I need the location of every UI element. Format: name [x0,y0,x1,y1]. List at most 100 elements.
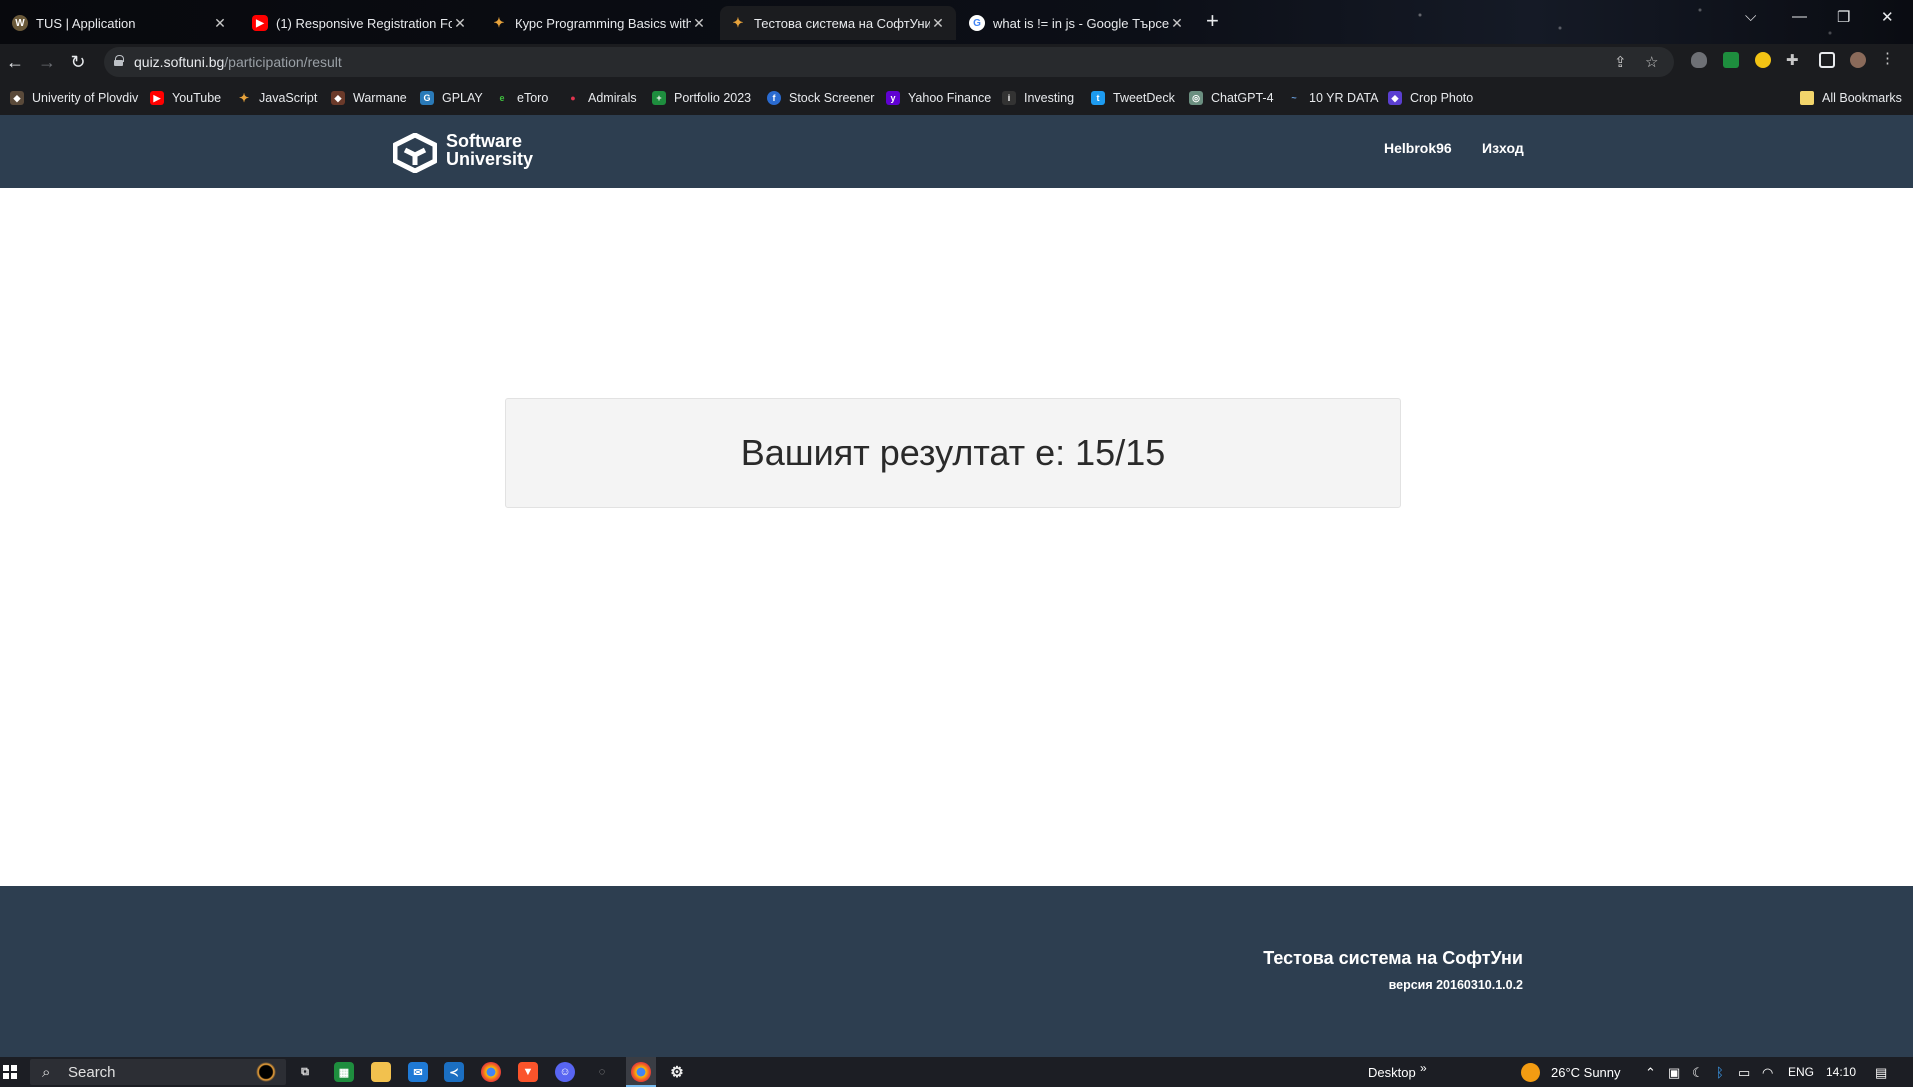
tab-title: (1) Responsive Registration Form [276,15,452,31]
softuni-icon: ✦ [238,91,250,105]
browser-tab[interactable]: W TUS | Application ✕ [2,6,238,40]
task-view-icon[interactable]: ⧉ [295,1062,315,1082]
youtube-icon: ▶ [150,91,164,105]
minimize-icon[interactable]: — [1792,8,1807,25]
battery-icon[interactable]: ▭ [1738,1065,1750,1081]
etoro-icon: e [499,93,505,103]
chrome-icon[interactable] [631,1062,651,1082]
extensions-puzzle-icon[interactable]: ✚ [1786,51,1799,69]
vscode-icon[interactable]: ≺ [444,1062,464,1082]
coin-extension-icon[interactable] [1755,52,1771,68]
bookmark-label: eToro [517,91,549,105]
browser-tab[interactable]: ▶ (1) Responsive Registration Form ✕ [242,6,478,40]
discord-icon[interactable]: ☺ [555,1062,575,1082]
search-icon: ⌕ [42,1064,51,1081]
clock-time[interactable]: 14:10 [1826,1065,1856,1079]
new-tab-plus-icon[interactable]: + [1206,10,1219,32]
bookmark-item[interactable]: y Yahoo Finance [886,88,991,108]
checkmark-extension-icon[interactable] [1723,52,1739,68]
bookmark-item[interactable]: t TweetDeck [1091,88,1175,108]
youtube-icon: ▶ [252,15,268,31]
steam-icon[interactable]: ◌ [592,1062,612,1082]
bookmark-label: Investing [1024,91,1075,105]
desktop-toolbar-label[interactable]: Desktop [1368,1065,1416,1080]
bookmark-item[interactable]: ✦ JavaScript [237,88,317,108]
sun-weather-icon[interactable] [1521,1063,1540,1082]
bookmark-item[interactable]: ~10 YR DATA [1287,88,1378,108]
wifi-icon[interactable]: ◠ [1762,1065,1773,1081]
settings-gear-icon[interactable]: ⚙ [667,1062,687,1082]
username-link[interactable]: Helbrok96 [1384,140,1452,156]
close-tab-icon[interactable]: ✕ [452,15,468,32]
bookmark-item[interactable]: G GPLAY [420,88,483,108]
close-tab-icon[interactable]: ✕ [691,15,707,32]
all-bookmarks-folder[interactable]: All Bookmarks [1800,88,1902,108]
bookmark-item[interactable]: ◆ Crop Photo [1388,88,1473,108]
bookmark-label: JavaScript [259,91,318,105]
language-indicator[interactable]: ENG [1788,1065,1814,1079]
brave-icon[interactable]: ▼ [518,1062,538,1082]
sheets-icon: + [652,91,666,105]
mail-icon[interactable]: ✉ [408,1062,428,1082]
bookmark-item[interactable]: ● Admirals [566,88,637,108]
forward-arrow-icon[interactable]: → [35,50,59,74]
bookmark-item[interactable]: f Stock Screener [767,88,874,108]
bookmark-item[interactable]: ▶ YouTube [150,88,221,108]
bookmark-label: 10 YR DATA [1309,91,1379,105]
bookmark-item[interactable]: i Investing [1002,88,1074,108]
bookmark-label: Admirals [588,91,637,105]
chart-icon: ~ [1291,93,1297,103]
taskbar-search-box[interactable]: ⌕ Search [30,1059,286,1085]
footer-title: Тестова система на СофтУни [1263,948,1523,968]
softuni-logo-icon[interactable] [393,133,437,173]
url-domain: quiz.softuni.bg [134,54,225,70]
bookmark-label: YouTube [172,91,222,105]
browser-tab[interactable]: ✦ Курс Programming Basics with JavaScrip… [481,6,717,40]
side-panel-icon[interactable] [1819,52,1835,68]
lock-icon[interactable] [114,55,124,66]
bookmark-item[interactable]: ◎ ChatGPT-4 [1189,88,1274,108]
restore-icon[interactable]: ❐ [1837,8,1850,26]
tray-moon-icon[interactable]: ☾ [1692,1065,1704,1081]
bookmark-item[interactable]: ◆ Warmane [331,88,407,108]
close-tab-icon[interactable]: ✕ [212,15,228,32]
search-highlight-icon [256,1062,276,1082]
windows-start-icon[interactable] [3,1065,17,1079]
notification-icon[interactable]: ▤ [1875,1065,1887,1081]
logout-link[interactable]: Изход [1482,140,1524,156]
folder-icon [1800,91,1814,105]
excel-icon[interactable]: ▦ [334,1062,354,1082]
chevron-right-icon[interactable]: » [1420,1061,1427,1075]
browser-tab[interactable]: G what is != in js - Google Търсене ✕ [959,6,1195,40]
chevron-up-icon[interactable]: ⌃ [1645,1065,1656,1081]
bookmark-item[interactable]: + Portfolio 2023 [652,88,751,108]
reload-icon[interactable]: ↻ [66,50,90,74]
bookmark-star-icon[interactable]: ☆ [1645,53,1658,71]
bookmark-item[interactable]: e eToro [495,88,548,108]
bluetooth-icon[interactable]: ᛒ [1716,1065,1724,1080]
file-explorer-icon[interactable] [371,1062,391,1082]
address-bar[interactable]: quiz.softuni.bg/participation/result ⇪ ☆ [104,47,1674,77]
close-tab-icon[interactable]: ✕ [1169,15,1185,32]
chrome-icon[interactable] [481,1062,501,1082]
kebab-menu-icon[interactable]: ⋮ [1880,49,1895,67]
weather-text[interactable]: 26°C Sunny [1551,1065,1621,1080]
bookmark-label: All Bookmarks [1822,91,1902,105]
browser-tab-active[interactable]: ✦ Тестова система на СофтУни ✕ [720,6,956,40]
result-panel: Вашият резултат е: 15/15 [505,398,1401,508]
tab-title: Курс Programming Basics with JavaScript [515,15,691,31]
shield-extension-icon[interactable] [1691,52,1707,68]
profile-avatar[interactable] [1850,52,1866,68]
tab-search-chevron-icon[interactable]: ⌵ [1745,8,1756,25]
tab-title: what is != in js - Google Търсене [993,15,1169,31]
share-icon[interactable]: ⇪ [1614,53,1627,71]
back-arrow-icon[interactable]: ← [3,50,27,74]
bookmark-item[interactable]: ◆ Univerity of Plovdiv [10,88,138,108]
site-logo-text[interactable]: Software University [446,132,533,168]
softuni-icon: ✦ [493,15,505,30]
windows-taskbar: ⌕ Search ⧉ ▦ ✉ ≺ ▼ ☺ ◌ ⚙ Desktop » 26°C … [0,1057,1913,1087]
close-window-icon[interactable]: ✕ [1881,8,1894,26]
tray-app-icon[interactable]: ▣ [1668,1065,1680,1081]
url-text[interactable]: quiz.softuni.bg/participation/result [134,54,342,70]
close-tab-icon[interactable]: ✕ [930,15,946,32]
